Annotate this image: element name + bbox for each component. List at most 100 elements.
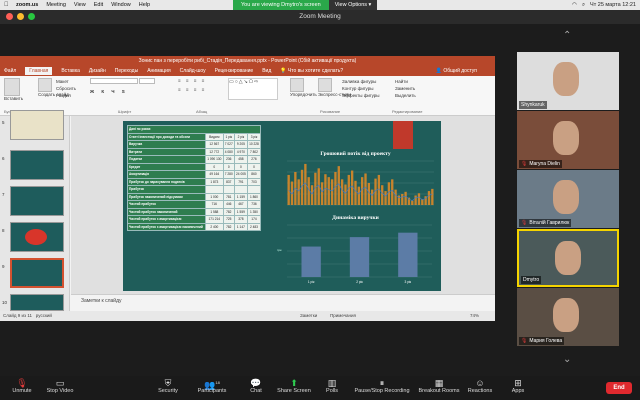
tab-transitions[interactable]: Переходы <box>115 68 138 74</box>
search-icon[interactable]: ⌕ <box>582 2 585 9</box>
arrange-group: Упорядочить <box>290 78 317 97</box>
table-cell-value: 0 <box>222 162 235 171</box>
tab-file[interactable]: Файл <box>4 68 16 74</box>
find-button[interactable]: Найти <box>395 78 416 85</box>
editing-label: Редактирование <box>392 109 423 114</box>
pause-record-icon: ⏸ <box>379 378 385 388</box>
shared-screen[interactable]: Зонис пан з переробіти рибі_Стадія_Перед… <box>0 56 495 321</box>
replace-button[interactable]: Заменить <box>395 85 416 92</box>
tab-insert[interactable]: Вставка <box>61 68 80 74</box>
reset-button[interactable]: Сбросить <box>56 85 76 92</box>
security-button[interactable]: ⛨ Security <box>146 378 190 394</box>
table-cell-value: 7 280 <box>222 170 235 179</box>
shapes-gallery[interactable]: ▭○△↘⬠⇨ <box>228 78 278 100</box>
slide-thumb[interactable] <box>10 150 64 180</box>
tab-design[interactable]: Дизайн <box>89 68 106 74</box>
share-button[interactable]: 👤 Общий доступ <box>436 68 486 74</box>
participants-button[interactable]: 👥18 Participants <box>190 378 234 394</box>
slide-thumb[interactable] <box>10 222 64 252</box>
align-buttons[interactable]: ≡ ≡ ≡ ≡ <box>178 87 206 92</box>
minimize-window-icon[interactable] <box>17 13 24 20</box>
table-body: Виручка 12 567 7 027 9 205 10 228 Витрати 12 7… <box>127 140 262 231</box>
table-cell-label: Статті інвестиції про доходи та обсяги <box>127 132 206 141</box>
participant-tile[interactable]: 🎙 Віталій Гаврилюк <box>517 170 619 228</box>
end-meeting-button[interactable]: End <box>606 382 632 394</box>
tab-animations[interactable]: Анимация <box>147 68 170 74</box>
effects-button[interactable]: Эффекты фигуры <box>342 92 380 99</box>
new-slide-icon[interactable] <box>38 78 52 92</box>
apple-icon[interactable]:  <box>4 2 12 8</box>
table-cell-value: 860 <box>246 170 262 179</box>
unmute-label: Unmute <box>12 388 32 394</box>
tab-slideshow[interactable]: Слайд-шоу <box>180 68 206 74</box>
fullscreen-window-icon[interactable] <box>28 13 35 20</box>
comments-toggle[interactable]: Примечания <box>330 311 356 321</box>
font-format-buttons[interactable]: Ж К Ч S <box>90 89 155 94</box>
record-button[interactable]: ⏸ Pause/Stop Recording <box>352 378 412 394</box>
menu-view[interactable]: View <box>74 2 86 8</box>
cashflow-bar <box>401 194 404 205</box>
stop-video-button[interactable]: ▭ Stop Video <box>38 378 82 394</box>
revenue-bar <box>301 246 321 277</box>
zoom-level[interactable]: 74% <box>470 311 479 321</box>
wifi-icon[interactable]: ◠ <box>572 2 577 8</box>
participants-count: 18 <box>215 380 220 385</box>
table-col-header: 3 рік <box>246 132 262 141</box>
table-cell-value: 2 400 <box>205 222 224 231</box>
slide-thumb-selected[interactable] <box>10 258 64 288</box>
arrange-icon[interactable] <box>290 78 304 92</box>
quick-styles-icon[interactable] <box>318 78 332 92</box>
tab-home[interactable]: Главная <box>25 67 53 75</box>
table-row: Податки 1 090 130 236 458 276 <box>127 155 262 164</box>
cashflow-bar <box>411 200 414 205</box>
view-options-button[interactable]: View Options ▾ <box>328 0 378 10</box>
close-window-icon[interactable] <box>6 13 13 20</box>
participant-name-tag: Shynkaruk <box>519 101 547 109</box>
menu-edit[interactable]: Edit <box>94 2 103 8</box>
tab-review[interactable]: Рецензирование <box>215 68 254 74</box>
font-size-field[interactable] <box>139 78 156 84</box>
participant-tile[interactable]: 🎙 Мария Голева <box>517 288 619 346</box>
table-row: Кредит 0 0 0 0 <box>127 162 262 171</box>
table-cell-label: Податки <box>127 155 206 164</box>
notes-toggle[interactable]: Заметки <box>300 311 317 321</box>
menu-help[interactable]: Help <box>139 2 150 8</box>
participant-tile[interactable]: 🎙 Maryna Dielin <box>517 111 619 169</box>
paste-icon[interactable] <box>4 78 20 96</box>
table-cell-value: 782 <box>222 222 235 231</box>
menu-app[interactable]: zoom.us <box>16 2 38 8</box>
breakout-rooms-button[interactable]: ▦ Breakout Rooms <box>414 378 464 394</box>
table-cell-value: 2 483 <box>246 222 262 231</box>
fill-button[interactable]: Заливка фигуры <box>342 78 380 85</box>
revenue-tick-label: 3 рік <box>405 280 412 284</box>
participant-tile[interactable]: Dmytro <box>517 229 619 287</box>
apps-button[interactable]: ⊞ Apps <box>496 378 540 394</box>
menu-window[interactable]: Window <box>111 2 131 8</box>
slide-thumb[interactable] <box>10 186 64 216</box>
section-button[interactable]: Раздел <box>56 92 76 99</box>
list-buttons[interactable]: ≡ ≡ ≡ ≡ <box>178 78 206 83</box>
chevron-down-icon[interactable]: ⌄ <box>563 354 571 365</box>
slide[interactable]: Дані по роках Статті інвестиції про дохо… <box>123 121 441 291</box>
tab-view[interactable]: Вид <box>262 68 271 74</box>
ppt-ribbon-tabs: Файл Главная Вставка Дизайн Переходы Ани… <box>0 66 495 76</box>
select-button[interactable]: Выделить <box>395 92 416 99</box>
chevron-up-icon[interactable]: ⌃ <box>563 30 571 41</box>
data-table: Дані по роках Статті інвестиції про дохо… <box>127 125 262 231</box>
layout-button[interactable]: Макет <box>56 78 76 85</box>
outline-button[interactable]: Контур фигуры <box>342 85 380 92</box>
menu-meeting[interactable]: Meeting <box>46 2 66 8</box>
font-name-field[interactable] <box>90 78 138 84</box>
clock[interactable]: Чт 25 марта 12:21 <box>590 2 636 8</box>
polls-label: Polls <box>326 388 338 394</box>
table-cell-value: 782 <box>222 207 235 216</box>
slide-thumb[interactable] <box>10 110 64 140</box>
polls-button[interactable]: ▥ Polls <box>310 378 354 394</box>
slide-thumb[interactable] <box>10 294 64 311</box>
cashflow-bar <box>371 189 374 205</box>
participant-video <box>553 121 579 155</box>
reactions-label: Reactions <box>467 388 493 394</box>
tell-me-search[interactable]: 💡 Что вы хотите сделать? <box>280 68 352 74</box>
notes-pane[interactable]: Заметки к слайду <box>71 294 495 306</box>
participant-tile[interactable]: Shynkaruk <box>517 52 619 110</box>
